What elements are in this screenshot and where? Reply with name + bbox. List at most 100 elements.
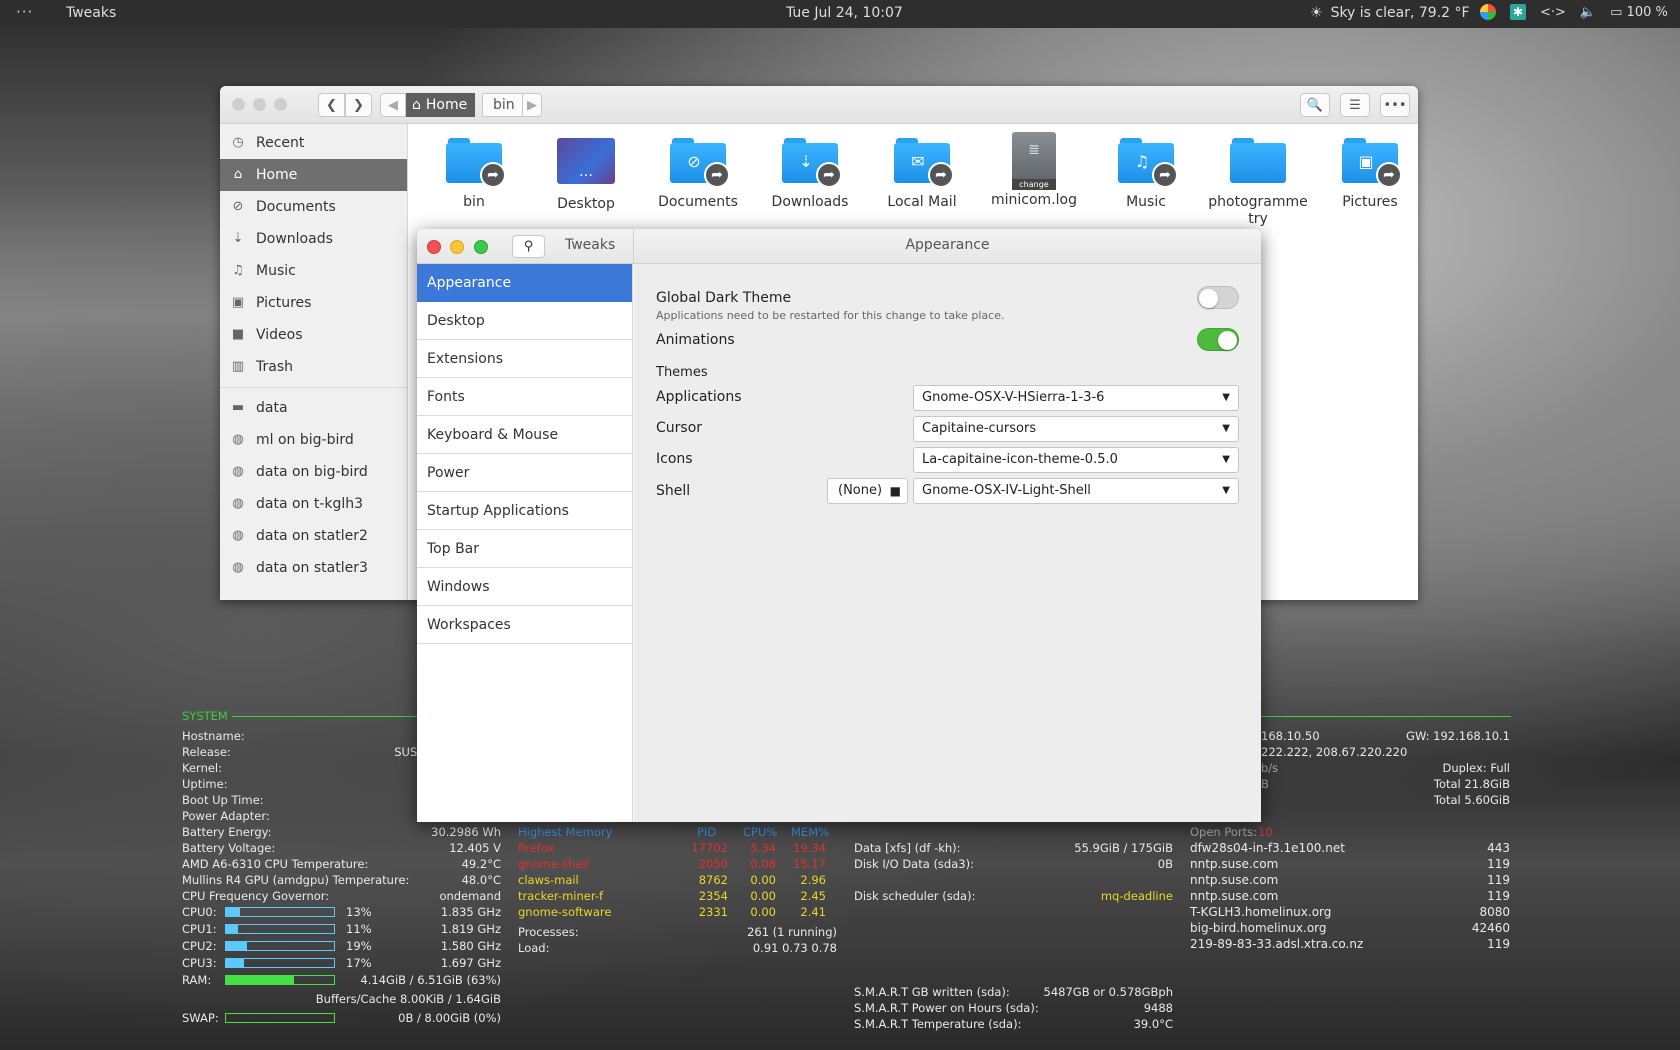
sidebar-item-data[interactable]: ▬ data	[220, 392, 407, 424]
tweaks-category-fonts[interactable]: Fonts	[417, 378, 632, 416]
sidebar-item-trash[interactable]: ▥ Trash	[220, 351, 407, 383]
sidebar-item-documents[interactable]: ⊘ Documents	[220, 191, 407, 223]
sidebar-item-home[interactable]: ⌂ Home	[220, 159, 407, 191]
sidebar-item-pictures[interactable]: ▣ Pictures	[220, 287, 407, 319]
tweaks-category-keyboard-mouse[interactable]: Keyboard & Mouse	[417, 416, 632, 454]
system-info-value: ondemand	[439, 889, 501, 903]
path-right-button[interactable]: ▶	[522, 93, 542, 117]
tweaks-category-top-bar[interactable]: Top Bar	[417, 530, 632, 568]
minimize-button[interactable]	[253, 98, 266, 111]
cpu-usage-bar	[225, 941, 335, 951]
sidebar-item-data-on-statler2[interactable]: ◍ data on statler2	[220, 520, 407, 552]
tweaks-category-windows[interactable]: Windows	[417, 568, 632, 606]
file-item-bin[interactable]: ➦ bin	[422, 132, 526, 211]
connection-port: 8080	[1479, 905, 1510, 919]
ram-usage-bar	[225, 975, 335, 985]
breadcrumb-bin[interactable]: bin	[482, 93, 526, 117]
sidebar-item-data-on-big-bird[interactable]: ◍ data on big-bird	[220, 456, 407, 488]
global-dark-theme-switch[interactable]	[1197, 286, 1239, 309]
sidebar-item-data-on-t-kglh3[interactable]: ◍ data on t-kglh3	[220, 488, 407, 520]
sidebar-item-data-on-statler3[interactable]: ◍ data on statler3	[220, 552, 407, 584]
system-info-label: Kernel:	[182, 761, 223, 775]
view-list-button[interactable]: ☰	[1340, 93, 1370, 117]
buffers-value: Buffers/Cache 8.00KiB / 1.64GiB	[315, 992, 501, 1006]
network-header-line	[1261, 716, 1511, 717]
disk-label: Disk I/O Data (sda3):	[854, 857, 974, 871]
search-button[interactable]: ⚲	[512, 235, 545, 258]
system-info-value: 12.405 V	[449, 841, 501, 855]
home-icon: ⌂	[412, 97, 421, 113]
smart-value: 39.0°C	[1133, 1017, 1173, 1031]
path-left-button[interactable]: ◀	[380, 93, 406, 117]
minimize-button[interactable]	[450, 240, 464, 254]
swap-usage-bar	[225, 1013, 335, 1023]
shell-theme-select[interactable]: Gnome-OSX-IV-Light-Shell ▼	[913, 478, 1239, 504]
back-button[interactable]: ❮	[318, 93, 345, 117]
file-item-minicom-log[interactable]: ≣ change minicom.log	[982, 132, 1086, 209]
cpu-usage-fill	[226, 942, 247, 950]
places-sidebar: ◷ Recent ⌂ Home ⊘ Documents ⇣ Downloads ♫ Music ▣ P…	[220, 124, 408, 600]
search-button[interactable]: 🔍	[1300, 93, 1330, 117]
process-table-header: MEM%	[791, 825, 830, 839]
connection-port: 443	[1487, 841, 1510, 855]
forward-button[interactable]: ❯	[345, 93, 372, 117]
file-item-pictures[interactable]: ▣ ➦ Pictures	[1318, 132, 1418, 211]
icon-theme-select[interactable]: La-capitaine-icon-theme-0.5.0 ▼	[913, 447, 1239, 473]
sidebar-item-recent[interactable]: ◷ Recent	[220, 127, 407, 159]
file-item-desktop[interactable]: … Desktop	[534, 132, 638, 213]
file-item-photogrammetry[interactable]: photogrammetry	[1206, 132, 1310, 228]
home-icon: ⌂	[233, 167, 243, 182]
chevron-left-icon: ❮	[326, 97, 337, 113]
total-up: Total 5.60GiB	[1433, 793, 1510, 807]
tweaks-category-power[interactable]: Power	[417, 454, 632, 492]
file-item-local-mail[interactable]: ✉ ➦ Local Mail	[870, 132, 974, 211]
shell-file-chooser-button[interactable]: (None) ■	[827, 478, 908, 504]
process-pid: 2050	[698, 857, 728, 871]
symlink-arrow-icon: ➦	[1376, 162, 1402, 188]
process-pid: 8762	[698, 873, 728, 887]
breadcrumb-home[interactable]: ⌂ Home	[406, 93, 476, 117]
trash-icon: ▥	[231, 359, 245, 374]
maximize-button[interactable]	[274, 98, 287, 111]
cpu-label: CPU0:	[182, 905, 217, 919]
sidebar-item-music[interactable]: ♫ Music	[220, 255, 407, 287]
tweaks-category-appearance[interactable]: Appearance	[417, 264, 632, 302]
processes-label: Processes:	[518, 925, 579, 939]
smart-label: S.M.A.R.T GB written (sda):	[854, 985, 1010, 999]
disk-value: mq-deadline	[1100, 889, 1173, 903]
tweaks-category-extensions[interactable]: Extensions	[417, 340, 632, 378]
sidebar-item-label: data on statler3	[256, 560, 368, 576]
connection-host: nntp.suse.com	[1190, 873, 1279, 887]
maximize-button[interactable]	[474, 240, 488, 254]
process-name: claws-mail	[518, 873, 579, 887]
tweaks-category-startup-applications[interactable]: Startup Applications	[417, 492, 632, 530]
switch-knob	[1199, 289, 1218, 308]
system-info-label: Uptime:	[182, 777, 228, 791]
close-button[interactable]	[427, 240, 441, 254]
cpu-usage-bar	[225, 958, 335, 968]
process-table-header: PID	[697, 825, 717, 839]
applications-label: Applications	[656, 389, 742, 405]
cursor-label: Cursor	[656, 420, 703, 436]
sidebar-item-downloads[interactable]: ⇣ Downloads	[220, 223, 407, 255]
cpu-usage-bar	[225, 924, 335, 934]
symlink-arrow-icon: ➦	[1152, 162, 1178, 188]
dropdown-arrow-icon: ▼	[1222, 454, 1230, 465]
file-item-music[interactable]: ♫ ➦ Music	[1094, 132, 1198, 211]
cursor-theme-select[interactable]: Capitaine-cursors ▼	[913, 416, 1239, 442]
sidebar-item-label: Music	[256, 263, 296, 279]
cpu-percent: 19%	[346, 939, 372, 953]
file-item-downloads[interactable]: ⇣ ➦ Downloads	[758, 132, 862, 211]
menu-button[interactable]: •••	[1380, 93, 1410, 117]
folder-icon	[1230, 138, 1286, 183]
tweaks-window: ⚲ Tweaks Appearance Appearance Desktop Ext…	[417, 229, 1261, 822]
tweaks-category-workspaces[interactable]: Workspaces	[417, 606, 632, 644]
file-item-documents[interactable]: ⊘ ➦ Documents	[646, 132, 750, 211]
sidebar-item-videos[interactable]: ■ Videos	[220, 319, 407, 351]
animations-switch[interactable]	[1197, 328, 1239, 351]
applications-theme-select[interactable]: Gnome-OSX-V-HSierra-1-3-6 ▼	[913, 385, 1239, 411]
open-ports-count: 10	[1258, 825, 1273, 839]
tweaks-category-desktop[interactable]: Desktop	[417, 302, 632, 340]
close-button[interactable]	[232, 98, 245, 111]
sidebar-item-ml-on-big-bird[interactable]: ◍ ml on big-bird	[220, 424, 407, 456]
